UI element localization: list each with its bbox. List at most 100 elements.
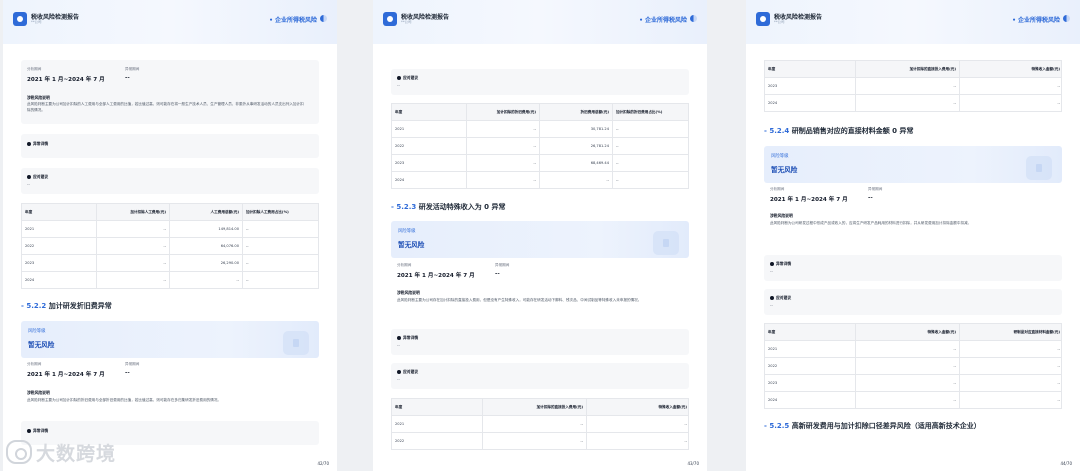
value-cell: 30,781.24: [539, 121, 612, 137]
watermark-logo-icon: [6, 440, 32, 464]
response-advice-box: 应对建议 --: [764, 289, 1062, 315]
value-cell: --: [959, 375, 1063, 391]
response-advice-box: 应对建议 --: [391, 69, 689, 95]
year-cell: 2022: [25, 244, 35, 248]
advice-icon: [397, 369, 401, 374]
value-cell: --: [586, 433, 690, 449]
header-cell: 年度: [395, 109, 403, 114]
table-row: 2022 -- --: [765, 357, 1061, 374]
section-number: - 5.2.3: [391, 203, 417, 211]
value-cell: --: [855, 392, 959, 408]
value-cell: --: [612, 172, 690, 188]
response-advice-value: --: [397, 377, 400, 382]
abnormal-period-label: 异常期间: [125, 67, 140, 71]
response-advice-heading: 应对建议: [776, 295, 792, 300]
analysis-period: 2021 年 1 月~2024 年 7 月: [27, 77, 105, 83]
shield-decoration-icon: [1026, 156, 1052, 180]
year-cell: 2023: [768, 381, 778, 385]
risk-level-card: 风险等级 暂无风险: [391, 221, 689, 258]
header-cell: 研制品对应直接材料金额(元): [959, 324, 1063, 340]
section-title: 研发活动特殊收入为 0 异常: [418, 203, 506, 211]
company-name: **公司: [401, 20, 412, 24]
report-page-42: 税收风险检测报告 **公司 企业所得税风险 分析期间 2021 年 1 月~20…: [3, 0, 337, 471]
response-advice-box: 应对建议 --: [391, 363, 689, 389]
header-cell: 加计扣除的折旧费用占比(%): [612, 104, 690, 120]
page-header: 税收风险检测报告 **公司 企业所得税风险: [746, 0, 1080, 44]
risk-level-card: 风险等级 暂无风险: [764, 146, 1062, 183]
table-header-row: 年度 加计扣除的直接投入费用(元) 特殊收入金额(元): [392, 399, 688, 415]
analysis-period: 2021 年 1 月~2024 年 7 月: [770, 197, 848, 203]
section-number: - 5.2.4: [764, 127, 790, 135]
year-cell: 2024: [768, 398, 778, 402]
shield-decoration-icon: [653, 231, 679, 255]
section-heading-5-2-2: - 5.2.2 加计研发折旧费异常: [21, 301, 112, 312]
value-cell: --: [855, 95, 959, 111]
value-cell: --: [612, 138, 690, 154]
page-header: 税收风险检测报告 **公司 企业所得税风险: [3, 0, 337, 44]
analysis-period: 2021 年 1 月~2024 年 7 月: [27, 372, 105, 378]
alert-icon: [27, 141, 31, 146]
section-number: - 5.2.2: [21, 302, 47, 310]
table-row: 2024 -- --: [765, 391, 1061, 408]
table-row: 2022 -- --: [392, 432, 688, 449]
abnormal-detail-heading: 异常详情: [403, 335, 419, 340]
table-row: 2023 -- --: [765, 77, 1061, 94]
table-header-row: 年度 特殊收入金额(元) 研制品对应直接材料金额(元): [765, 324, 1061, 340]
risk-level-value: 暂无风险: [398, 241, 425, 249]
company-name: **公司: [774, 20, 785, 24]
abnormal-period: --: [868, 195, 873, 201]
risk-level-label: 风险等级: [771, 154, 789, 159]
table-header-row: 年度 加计扣除人工费用(元) 人工费用总额(元) 加计扣除人工费用占比(%): [22, 204, 318, 220]
analysis-period-label: 分析期间: [397, 263, 412, 267]
response-advice-value: --: [27, 182, 30, 187]
abnormal-detail-value: --: [770, 269, 773, 274]
value-cell: --: [855, 358, 959, 374]
year-cell: 2022: [395, 144, 405, 148]
abnormal-period-label: 异常期间: [868, 187, 883, 191]
page-number: 44/70: [1060, 461, 1072, 466]
page-number: 43/70: [687, 461, 699, 466]
table-row: 2021 -- --: [392, 415, 688, 432]
report-page-44: 税收风险检测报告 **公司 企业所得税风险 年度 加计扣除的直接投入费用(元) …: [746, 0, 1080, 471]
value-cell: --: [959, 341, 1063, 357]
value-cell: --: [586, 416, 690, 432]
watermark-text: 大数跨境: [36, 442, 117, 465]
shield-decoration-icon: [283, 331, 309, 355]
value-cell: --: [466, 172, 539, 188]
section-tag: 企业所得税风险: [269, 15, 317, 24]
year-cell: 2023: [25, 261, 35, 265]
special-income-table-cont: 年度 加计扣除的直接投入费用(元) 特殊收入金额(元) 2023 -- -- 2…: [764, 60, 1062, 112]
value-cell: --: [96, 272, 169, 288]
risk-desc: 此风险判断主要为公司加计扣除的人工费用与全部人工费用的比值，若比值过高，则可能存…: [27, 102, 304, 112]
analysis-period-label: 分析期间: [770, 187, 785, 191]
value-cell: --: [959, 392, 1063, 408]
value-cell: --: [855, 78, 959, 94]
header-cell: 加计扣除的直接投入费用(元): [482, 399, 586, 415]
table-row: 2024 -- -- --: [22, 271, 318, 288]
value-cell: --: [482, 416, 586, 432]
risk-level-value: 暂无风险: [28, 341, 55, 349]
table-row: 2024 -- -- --: [392, 171, 688, 188]
response-advice-box: 应对建议 --: [21, 168, 319, 194]
value-cell: 26,781.24: [539, 138, 612, 154]
report-page-43: 税收风险检测报告 **公司 企业所得税风险 应对建议 -- 年度 加计扣除的折旧…: [373, 0, 707, 471]
value-cell: --: [466, 138, 539, 154]
risk-level-label: 风险等级: [398, 229, 416, 234]
section-tag: 企业所得税风险: [1012, 15, 1060, 24]
year-cell: 2022: [768, 364, 778, 368]
value-cell: --: [242, 272, 320, 288]
section-heading-5-2-3: - 5.2.3 研发活动特殊收入为 0 异常: [391, 202, 506, 213]
labor-cost-table: 年度 加计扣除人工费用(元) 人工费用总额(元) 加计扣除人工费用占比(%) 2…: [21, 203, 319, 289]
alert-icon: [770, 261, 774, 266]
year-cell: 2023: [768, 84, 778, 88]
value-cell: 149,814.00: [169, 221, 242, 237]
value-cell: --: [242, 238, 320, 254]
table-row: 2024 -- --: [765, 94, 1061, 111]
value-cell: --: [466, 155, 539, 171]
risk-desc-heading: 涉税风险说明: [27, 390, 50, 395]
response-advice-value: --: [397, 83, 400, 88]
table-row: 2023 -- 68,469.44 --: [392, 154, 688, 171]
direct-material-table: 年度 特殊收入金额(元) 研制品对应直接材料金额(元) 2021 -- -- 2…: [764, 323, 1062, 409]
risk-summary-box: 分析期间 2021 年 1 月~2024 年 7 月 异常期间 -- 涉税风险说…: [21, 60, 319, 124]
advice-icon: [770, 295, 774, 300]
